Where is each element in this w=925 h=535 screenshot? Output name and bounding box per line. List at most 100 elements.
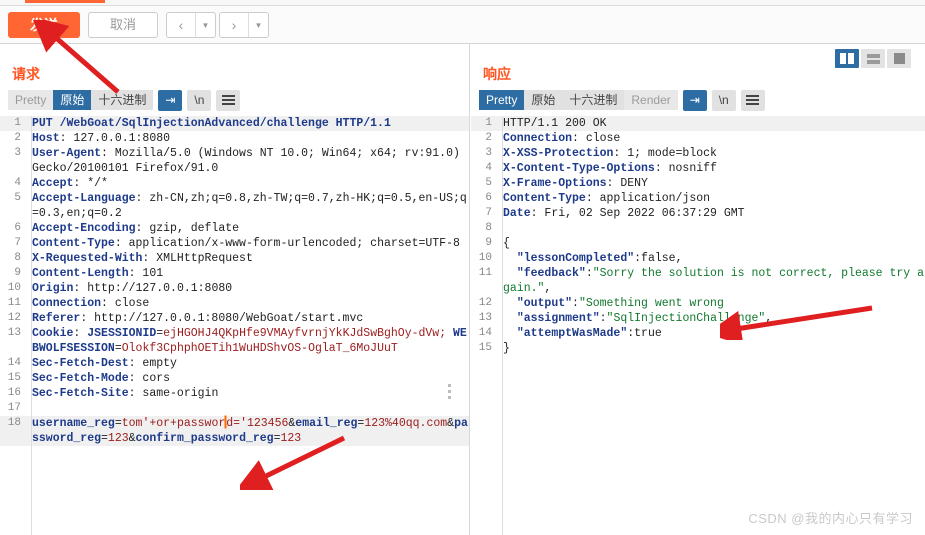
vertical-split-icon: [840, 53, 854, 64]
response-scrollbar[interactable]: [917, 116, 925, 535]
code-token: ejHGOHJ4QKpHfe9VMAyfvrnjYkKJdSwBghOy-dVw…: [163, 327, 447, 340]
send-button[interactable]: 发送: [8, 12, 80, 38]
request-code-line[interactable]: 7 Content-Type: application/x-www-form-ur…: [0, 236, 469, 251]
response-code-line[interactable]: 13 "assignment":"SqlInjectionChallenge",: [471, 311, 925, 326]
request-view-tab-1[interactable]: Pretty: [8, 90, 54, 110]
code-token: Date: [503, 207, 531, 220]
request-editor[interactable]: 1 PUT /WebGoat/SqlInjectionAdvanced/chall…: [0, 116, 469, 535]
request-code-line[interactable]: 17: [0, 401, 469, 416]
response-code-line[interactable]: 4 X-Content-Type-Options: nosniff: [471, 161, 925, 176]
response-code-line[interactable]: 3 X-XSS-Protection: 1; mode=block: [471, 146, 925, 161]
response-code-line[interactable]: 9{: [471, 236, 925, 251]
layout-vertical-split-button[interactable]: [835, 49, 859, 68]
single-pane-icon: [893, 53, 905, 64]
request-view-tab-3[interactable]: 十六进制: [91, 90, 154, 110]
next-dropdown-caret-icon[interactable]: ▼: [248, 13, 268, 37]
chevron-left-icon[interactable]: ‹: [167, 13, 195, 37]
code-token: =: [101, 432, 108, 445]
code-token: : same-origin: [128, 387, 219, 400]
active-tab-indicator[interactable]: [25, 0, 105, 3]
line-text: Content-Type: application/json: [497, 191, 925, 206]
request-code-line[interactable]: 9 Content-Length: 101: [0, 266, 469, 281]
request-newline-icon[interactable]: \n: [187, 89, 212, 111]
response-view-tab-1[interactable]: Pretty: [479, 90, 525, 110]
line-number: 4: [485, 162, 492, 174]
line-number: 13: [478, 312, 492, 324]
request-code-line[interactable]: 14 Sec-Fetch-Dest: empty: [0, 356, 469, 371]
request-word-wrap-icon[interactable]: ⇥: [158, 89, 183, 111]
code-token: : XMLHttpRequest: [142, 252, 253, 265]
layout-single-pane-button[interactable]: [887, 49, 911, 68]
request-code-line[interactable]: 16 Sec-Fetch-Site: same-origin: [0, 386, 469, 401]
request-code-line[interactable]: 10 Origin: http://127.0.0.1:8080: [0, 281, 469, 296]
response-view-toolbar: Pretty 原始 十六进制 Render ⇥ \n: [479, 88, 765, 112]
line-number: 6: [485, 192, 492, 204]
code-token: : http://127.0.0.1:8080/WebGoat/start.mv…: [80, 312, 364, 325]
response-code-line[interactable]: 5 X-Frame-Options: DENY: [471, 176, 925, 191]
line-number: 2: [14, 132, 21, 144]
response-code-line[interactable]: 11 "feedback":"Sorry the solution is not…: [471, 266, 925, 296]
request-code-line[interactable]: 2 Host: 127.0.0.1:8080: [0, 131, 469, 146]
request-code-line[interactable]: 6 Accept-Encoding: gzip, deflate: [0, 221, 469, 236]
response-word-wrap-icon[interactable]: ⇥: [682, 89, 707, 111]
code-token: :: [599, 312, 607, 325]
response-view-tab-3[interactable]: 十六进制: [562, 90, 625, 110]
line-number: 10: [478, 252, 492, 264]
response-newline-icon[interactable]: \n: [711, 89, 736, 111]
request-view-tab-2[interactable]: 原始: [53, 90, 92, 110]
line-number: 12: [478, 297, 492, 309]
code-token: Olokf3CphphOETih1WuHDShvOS-OglaT_6MoJUuT: [121, 342, 398, 355]
layout-horizontal-split-button[interactable]: [861, 49, 885, 68]
line-text: HTTP/1.1 200 OK: [497, 116, 925, 131]
prev-nav-group[interactable]: ‹ ▼: [166, 12, 216, 38]
request-menu-icon[interactable]: [216, 89, 241, 111]
response-code-line[interactable]: 1 HTTP/1.1 200 OK: [471, 116, 925, 131]
response-code-line[interactable]: 8: [471, 221, 925, 236]
response-editor[interactable]: 1 HTTP/1.1 200 OK 2 Connection: close 3 X-XSS…: [471, 116, 925, 535]
response-menu-icon[interactable]: [740, 89, 765, 111]
response-view-tab-2[interactable]: 原始: [524, 90, 563, 110]
code-token: Cookie: [32, 327, 74, 340]
response-view-tab-4[interactable]: Render: [624, 90, 678, 110]
line-text: Sec-Fetch-Mode: cors: [26, 371, 469, 386]
response-code-line[interactable]: 15}: [471, 341, 925, 356]
chevron-right-icon[interactable]: ›: [220, 13, 248, 37]
code-token: Content-Length: [32, 267, 129, 280]
pane-resize-handle[interactable]: [448, 384, 451, 399]
request-code-line[interactable]: 13 Cookie: JSESSIONID = ejHGOHJ4QKpHfe9VMAy…: [0, 326, 469, 356]
cancel-button[interactable]: 取消: [88, 12, 158, 38]
response-code-line[interactable]: 10 "lessonCompleted":false,: [471, 251, 925, 266]
next-nav-group[interactable]: › ▼: [219, 12, 269, 38]
code-token: : gzip, deflate: [135, 222, 240, 235]
response-code-line[interactable]: 14 "attemptWasMade":true: [471, 326, 925, 341]
response-code-line[interactable]: 12 "output":"Something went wrong: [471, 296, 925, 311]
code-token: :: [634, 252, 642, 265]
request-code-line[interactable]: 15 Sec-Fetch-Mode: cors: [0, 371, 469, 386]
request-code-line[interactable]: 1 PUT /WebGoat/SqlInjectionAdvanced/chall…: [0, 116, 469, 131]
code-token: {: [503, 237, 510, 250]
code-token: JSESSIONID: [87, 327, 157, 340]
code-token: "SqlInjectionChallenge": [606, 312, 766, 325]
code-token: =: [114, 417, 122, 430]
request-view-toolbar: Pretty 原始 十六进制 ⇥ \n: [8, 88, 241, 112]
request-code-line[interactable]: 12 Referer: http://127.0.0.1:8080/WebGoat…: [0, 311, 469, 326]
response-panel-title: 响应: [483, 66, 511, 82]
prev-dropdown-caret-icon[interactable]: ▼: [195, 13, 215, 37]
line-text: "output":"Something went wrong: [497, 296, 925, 311]
request-code-line[interactable]: 4 Accept: */*: [0, 176, 469, 191]
line-number: 4: [14, 177, 21, 189]
code-token: PUT /WebGoat/SqlInjectionAdvanced/challe…: [32, 117, 391, 130]
response-code-line[interactable]: 7 Date: Fri, 02 Sep 2022 06:37:29 GMT: [471, 206, 925, 221]
request-code-line[interactable]: 11 Connection: close: [0, 296, 469, 311]
request-code-line[interactable]: 18 username_reg=tom'+or+password='123456&…: [0, 416, 469, 446]
request-code-line[interactable]: 3 User-Agent: Mozilla/5.0 (Windows NT 10.…: [0, 146, 469, 176]
line-number: 12: [7, 312, 21, 324]
request-code-line[interactable]: 5 Accept-Language: zh-CN,zh;q=0.8,zh-TW;q…: [0, 191, 469, 221]
line-text: Accept: */*: [26, 176, 469, 191]
request-code-line[interactable]: 8 X-Requested-With: XMLHttpRequest: [0, 251, 469, 266]
response-code-line[interactable]: 6 Content-Type: application/json: [471, 191, 925, 206]
response-code-line[interactable]: 2 Connection: close: [471, 131, 925, 146]
